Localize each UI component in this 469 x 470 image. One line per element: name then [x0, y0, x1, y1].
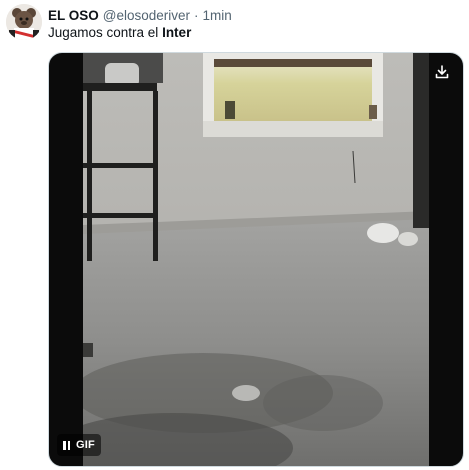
- download-button[interactable]: [431, 61, 453, 83]
- tweet-text-bold: Inter: [162, 25, 192, 40]
- tweet[interactable]: EL OSO @elosoderiver · 1min Jugamos cont…: [0, 0, 469, 470]
- download-icon: [435, 65, 449, 79]
- tweet-header: EL OSO @elosoderiver · 1min: [48, 6, 232, 24]
- tweet-text: Jugamos contra el Inter: [48, 25, 191, 40]
- separator-dot: ·: [194, 7, 199, 23]
- gif-controls: GIF: [57, 434, 101, 456]
- gif-media[interactable]: GIF: [48, 52, 464, 467]
- display-name[interactable]: EL OSO: [48, 8, 99, 23]
- pause-icon[interactable]: [63, 440, 70, 450]
- gif-badge: GIF: [76, 439, 95, 451]
- avatar-image: [6, 4, 42, 40]
- gif-frame: [83, 53, 429, 466]
- user-handle[interactable]: @elosoderiver: [103, 8, 190, 23]
- timestamp[interactable]: 1min: [203, 8, 232, 23]
- avatar[interactable]: [6, 4, 42, 40]
- tweet-text-prefix: Jugamos contra el: [48, 25, 163, 40]
